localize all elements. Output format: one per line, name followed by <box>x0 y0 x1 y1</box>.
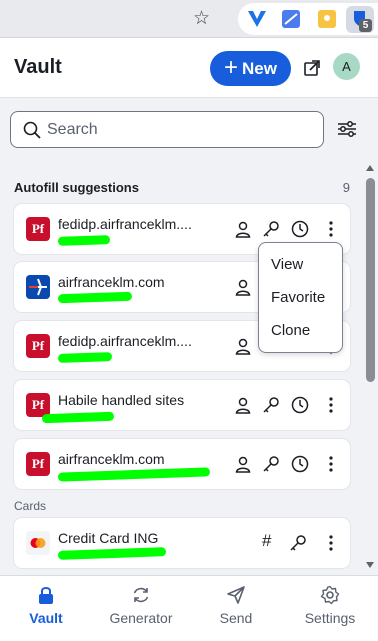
nav-generator-label: Generator <box>109 610 173 626</box>
site-logo-pf: Pf <box>26 334 50 358</box>
key-icon[interactable] <box>262 455 280 473</box>
cipher-name: Habile handled sites <box>58 392 185 408</box>
key-icon[interactable] <box>289 534 307 552</box>
cipher-row[interactable]: Credit Card ING # <box>14 518 350 568</box>
nav-settings-label: Settings <box>304 610 356 626</box>
menu-item-view[interactable]: View <box>259 253 342 286</box>
autofill-count: 9 <box>342 180 350 195</box>
new-item-button[interactable]: + New <box>210 51 291 86</box>
bottom-navigation: Vault Generator Send Settings <box>0 575 378 641</box>
lock-icon <box>39 587 53 604</box>
item-context-menu: View Favorite Clone <box>258 242 343 353</box>
redaction-mark <box>57 235 111 246</box>
cards-section-title: Cards <box>14 499 47 513</box>
kebab-icon[interactable] <box>328 220 334 238</box>
autofill-section-title: Autofill suggestions <box>14 180 139 195</box>
account-avatar[interactable]: A <box>333 53 360 80</box>
clock-icon[interactable] <box>291 455 309 473</box>
kebab-icon[interactable] <box>328 396 334 414</box>
new-button-label: New <box>242 58 277 78</box>
browser-toolbar: ☆ 5 <box>0 0 378 38</box>
gear-icon <box>320 585 340 605</box>
redaction-mark <box>57 467 211 482</box>
menu-item-favorite[interactable]: Favorite <box>259 286 342 319</box>
cipher-name: fedidp.airfranceklm.... <box>58 333 192 349</box>
clock-icon[interactable] <box>291 396 309 414</box>
redaction-mark <box>57 352 113 363</box>
popout-icon[interactable] <box>302 58 322 78</box>
extension-doc-icon[interactable] <box>280 9 302 29</box>
menu-item-clone[interactable]: Clone <box>259 319 342 352</box>
nav-generator[interactable]: Generator <box>98 576 184 640</box>
cipher-row[interactable]: Pf Habile handled sites <box>14 380 350 430</box>
redaction-mark <box>57 291 133 304</box>
site-logo-pf: Pf <box>26 217 50 241</box>
user-icon[interactable] <box>234 455 252 473</box>
cipher-row[interactable]: Pf airfranceklm.com <box>14 439 350 489</box>
key-icon[interactable] <box>262 220 280 238</box>
vault-header: Vault + New A <box>0 38 378 98</box>
cipher-name: Credit Card ING <box>58 530 159 546</box>
site-logo-pf: Pf <box>26 452 50 476</box>
search-icon <box>23 121 41 139</box>
user-icon[interactable] <box>234 278 252 296</box>
extension-v-icon[interactable] <box>246 9 268 29</box>
key-icon[interactable] <box>262 396 280 414</box>
extension-yellow-icon[interactable] <box>316 9 338 29</box>
mastercard-icon <box>26 531 50 555</box>
cipher-name: airfranceklm.com <box>58 274 165 290</box>
nav-send-label: Send <box>219 610 253 626</box>
extension-tray: 5 <box>238 3 378 35</box>
filter-icon[interactable] <box>336 119 358 139</box>
user-icon[interactable] <box>234 220 252 238</box>
nav-settings[interactable]: Settings <box>292 576 368 640</box>
user-icon[interactable] <box>234 396 252 414</box>
bitwarden-extension-icon[interactable]: 5 <box>346 6 374 33</box>
page-title: Vault <box>14 56 62 78</box>
redaction-mark <box>41 411 115 424</box>
send-icon <box>227 586 245 604</box>
search-input[interactable] <box>47 120 307 140</box>
redaction-mark <box>57 547 167 560</box>
kebab-icon[interactable] <box>328 534 334 552</box>
airfrance-logo-icon <box>26 275 50 299</box>
nav-vault[interactable]: Vault <box>6 576 86 640</box>
search-box <box>10 111 324 148</box>
nav-vault-label: Vault <box>29 610 63 626</box>
plus-icon: + <box>224 53 239 81</box>
scroll-down-arrow[interactable] <box>366 562 374 568</box>
scrollbar-thumb[interactable] <box>366 178 375 382</box>
clock-icon[interactable] <box>291 220 309 238</box>
cipher-name: fedidp.airfranceklm.... <box>58 216 192 232</box>
scroll-up-arrow[interactable] <box>366 165 374 171</box>
hash-icon[interactable]: # <box>262 531 271 551</box>
cipher-name: airfranceklm.com <box>58 451 165 467</box>
refresh-icon <box>133 587 149 603</box>
bookmark-star-icon[interactable]: ☆ <box>193 7 210 30</box>
user-icon[interactable] <box>234 337 252 355</box>
kebab-icon[interactable] <box>328 455 334 473</box>
nav-send[interactable]: Send <box>198 576 274 640</box>
extension-badge: 5 <box>359 19 372 32</box>
